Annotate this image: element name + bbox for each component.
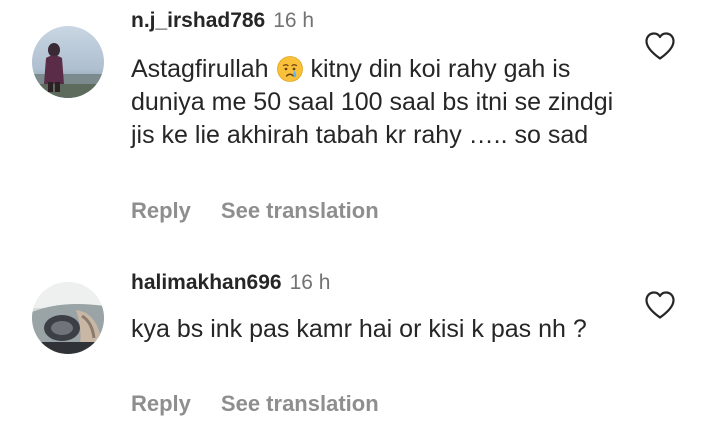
username[interactable]: halimakhan696 — [131, 271, 282, 294]
timestamp: 16 h — [289, 271, 331, 294]
see-translation-button[interactable]: See translation — [221, 198, 379, 223]
comment-item: halimakhan696 16 h kya bs ink pas kamr ha… — [0, 260, 720, 440]
avatar-photo-icon — [32, 282, 104, 354]
like-button[interactable] — [644, 290, 676, 320]
see-translation-button[interactable]: See translation — [221, 391, 379, 416]
comment-item: n.j_irshad786 16 h Astagfirullah kitny di… — [0, 0, 720, 240]
like-button[interactable] — [644, 31, 676, 61]
comment-meta: halimakhan696 16 h — [131, 270, 330, 296]
comment-meta: n.j_irshad786 16 h — [131, 8, 314, 34]
username[interactable]: n.j_irshad786 — [131, 9, 265, 32]
heart-outline-icon — [645, 291, 675, 319]
avatar-photo-icon — [32, 26, 104, 98]
comment-text: Astagfirullah kitny din koi rahy gah is … — [131, 53, 631, 152]
comment-text: kya bs ink pas kamr hai or kisi k pas nh… — [131, 315, 587, 343]
heart-outline-icon — [645, 32, 675, 60]
avatar[interactable] — [32, 26, 104, 98]
avatar[interactable] — [32, 282, 104, 354]
reply-button[interactable]: Reply — [131, 391, 191, 416]
crying-face-emoji-icon — [276, 56, 303, 82]
comment-actions: Reply See translation — [131, 391, 379, 417]
reply-button[interactable]: Reply — [131, 198, 191, 223]
comment-actions: Reply See translation — [131, 198, 379, 224]
timestamp: 16 h — [273, 9, 315, 32]
comment-text-start: Astagfirullah — [131, 55, 269, 83]
